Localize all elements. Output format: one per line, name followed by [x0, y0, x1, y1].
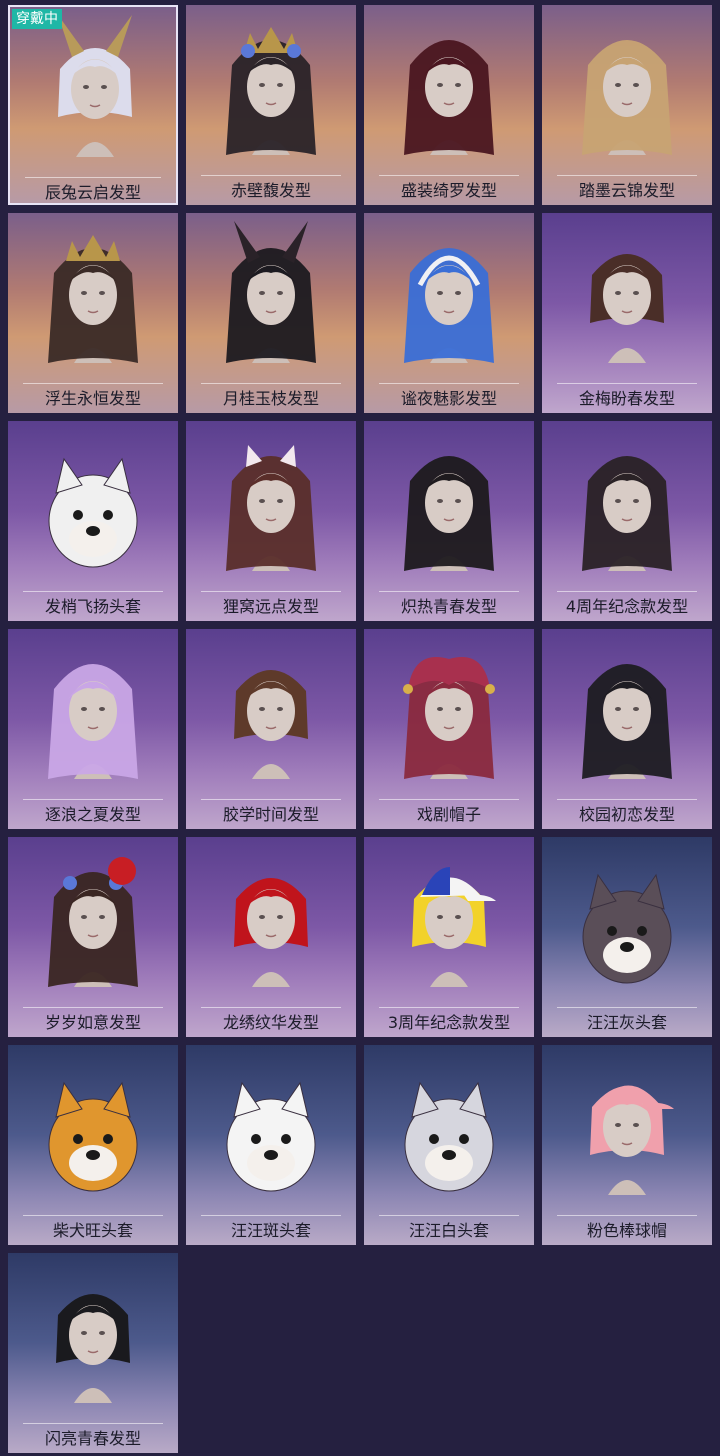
ponytail-black-hair-icon — [404, 456, 494, 571]
brown-bob-hair-icon — [234, 670, 308, 779]
hairstyle-card[interactable]: 3周年纪念款发型 — [364, 837, 534, 1037]
hairstyle-card[interactable]: 汪汪灰头套 — [542, 837, 712, 1037]
hairstyle-card[interactable]: 穿戴中辰兔云启发型 — [8, 5, 178, 205]
hairstyle-name: 汪汪斑头套 — [230, 1221, 311, 1240]
long-straight-black-hair-icon — [582, 664, 672, 779]
hairstyle-name: 粉色棒球帽 — [586, 1221, 667, 1240]
shiba-head-mask-icon — [48, 1081, 138, 1192]
hairstyle-name: 辰兔云启发型 — [44, 183, 141, 202]
headphones-blue-curly-hair-icon — [404, 248, 494, 363]
short-brown-hair-icon — [590, 254, 664, 363]
hairstyle-card[interactable]: 炽热青春发型 — [364, 421, 534, 621]
hairstyle-card[interactable]: 4周年纪念款发型 — [542, 421, 712, 621]
hairstyle-card[interactable]: 逐浪之夏发型 — [8, 629, 178, 829]
hairstyle-name: 踏墨云锦发型 — [578, 181, 675, 200]
white-husky-mask-icon — [404, 1081, 494, 1192]
lace-bunny-ears-black-hair-icon — [226, 221, 316, 363]
hairstyle-card[interactable]: 岁岁如意发型 — [8, 837, 178, 1037]
starfish-clip-hair-icon — [582, 456, 672, 571]
hairstyle-name: 岁岁如意发型 — [44, 1013, 141, 1032]
red-bob-hair-icon — [234, 878, 308, 987]
hairstyle-card[interactable]: 校园初恋发型 — [542, 629, 712, 829]
baseball-cap-logo-icon — [412, 867, 496, 987]
hairstyle-name: 汪汪灰头套 — [586, 1013, 667, 1032]
hairstyle-card[interactable]: 汪汪斑头套 — [186, 1045, 356, 1245]
hairstyle-card[interactable]: 汪汪白头套 — [364, 1045, 534, 1245]
hairstyle-card[interactable]: 龙绣纹华发型 — [186, 837, 356, 1037]
hairstyle-card[interactable]: 月桂玉枝发型 — [186, 213, 356, 413]
hairstyle-card[interactable]: 柴犬旺头套 — [8, 1045, 178, 1245]
flower-crown-dark-hair-icon — [226, 27, 316, 155]
pink-baseball-cap-icon — [590, 1085, 674, 1195]
hairstyle-card[interactable]: 粉色棒球帽 — [542, 1045, 712, 1245]
hairstyle-card[interactable]: 踏墨云锦发型 — [542, 5, 712, 205]
hairstyle-card[interactable]: 盛装绮罗发型 — [364, 5, 534, 205]
hairstyle-card[interactable]: 戏剧帽子 — [364, 629, 534, 829]
hairstyle-card[interactable]: 谧夜魅影发型 — [364, 213, 534, 413]
hairstyle-card[interactable]: 闪亮青春发型 — [8, 1253, 178, 1453]
hairstyle-name: 胶学时间发型 — [222, 805, 319, 824]
hairstyle-card[interactable]: 浮生永恒发型 — [8, 213, 178, 413]
hairstyle-name: 3周年纪念款发型 — [387, 1013, 511, 1032]
hairstyle-card[interactable]: 赤壁馥发型 — [186, 5, 356, 205]
hairstyle-name: 龙绣纹华发型 — [222, 1013, 319, 1032]
crown-long-brown-hair-icon — [48, 235, 138, 363]
hairstyle-name: 4周年纪念款发型 — [565, 597, 689, 616]
bunny-ears-white-hair-icon — [58, 15, 132, 157]
hairstyle-name: 校园初恋发型 — [578, 805, 675, 824]
hairstyle-name: 浮生永恒发型 — [44, 389, 141, 408]
hairstyle-name: 闪亮青春发型 — [44, 1429, 141, 1448]
dalmatian-head-mask-icon — [226, 1081, 316, 1192]
hairstyle-name: 发梢飞扬头套 — [44, 597, 141, 616]
lavender-ponytail-hair-icon — [48, 664, 138, 779]
cat-ears-auburn-hair-icon — [226, 445, 316, 571]
hairstyle-name: 柴犬旺头套 — [52, 1221, 133, 1240]
unicorn-sunglasses-mask-icon — [48, 457, 138, 568]
pigtails-red-flower-hair-icon — [48, 857, 138, 987]
hairstyle-card[interactable]: 金梅盼春发型 — [542, 213, 712, 413]
jester-hat-icon — [403, 657, 495, 779]
hairstyle-name: 逐浪之夏发型 — [44, 805, 141, 824]
long-red-hair-icon — [404, 40, 494, 155]
hairstyle-name: 炽热青春发型 — [400, 597, 497, 616]
hairstyle-card[interactable]: 发梢飞扬头套 — [8, 421, 178, 621]
hairstyle-name: 月桂玉枝发型 — [222, 389, 319, 408]
hairstyle-name: 赤壁馥发型 — [230, 181, 311, 200]
hairstyle-card[interactable]: 狸窝远点发型 — [186, 421, 356, 621]
short-black-bob-hair-icon — [56, 1294, 130, 1403]
hairstyle-card[interactable]: 胶学时间发型 — [186, 629, 356, 829]
hairstyle-name: 盛装绮罗发型 — [400, 181, 497, 200]
hairstyle-name: 汪汪白头套 — [408, 1221, 489, 1240]
hairstyle-name: 戏剧帽子 — [416, 805, 481, 824]
long-blonde-hair-icon — [582, 40, 672, 155]
wearing-badge: 穿戴中 — [12, 9, 62, 29]
husky-head-mask-icon — [582, 873, 672, 984]
hairstyle-name: 金梅盼春发型 — [578, 389, 675, 408]
hairstyle-name: 狸窝远点发型 — [222, 597, 319, 616]
hairstyle-grid: 穿戴中 辰兔云启发型 赤壁馥发型 盛装绮罗发型 踏墨云锦发型 浮生永恒发型 月桂玉枝发型 谧夜… — [0, 0, 720, 1456]
hairstyle-name: 谧夜魅影发型 — [400, 389, 497, 408]
